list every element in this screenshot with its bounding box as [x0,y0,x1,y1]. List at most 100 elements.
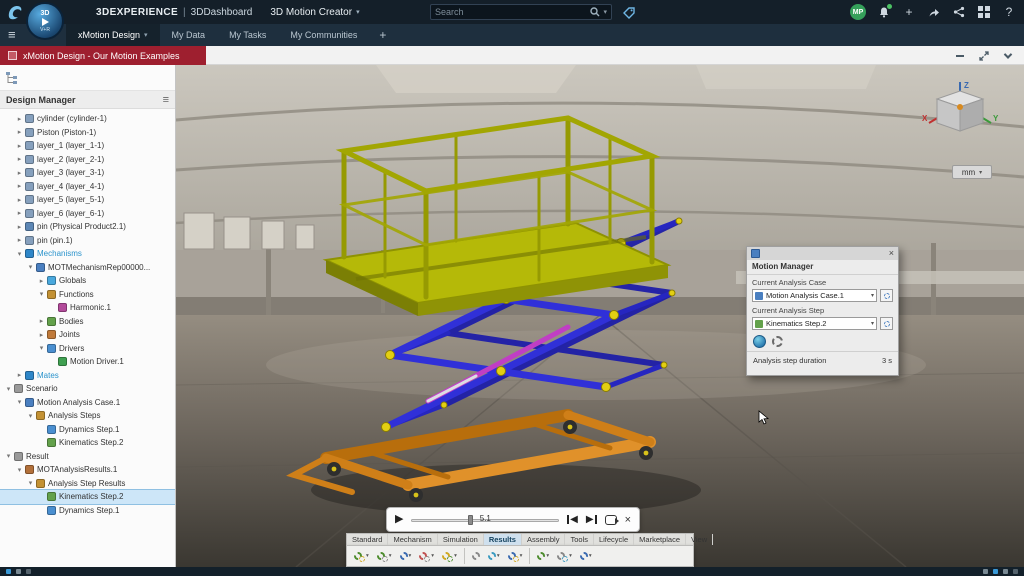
tree-item[interactable]: ▾MOTAnalysisResults.1 [0,463,175,477]
ribbon-tab-tools[interactable]: Tools [565,534,594,545]
tree-item[interactable]: ▾Scenario [0,382,175,396]
tree-item[interactable]: ▸layer_5 (layer_5-1) [0,193,175,207]
3dexperience-compass-icon[interactable]: 3D V+R [26,2,64,40]
avatar[interactable]: MP [850,4,866,20]
tree-item[interactable]: ▸cylinder (cylinder-1) [0,112,175,126]
open-case-button[interactable] [880,289,893,302]
collaboration-button[interactable] [952,5,966,19]
panel-menu-icon[interactable]: ≡ [163,94,169,106]
analysis-case-select[interactable]: Motion Analysis Case.1 ▾ [752,289,877,302]
ribbon-tab-lifecycle[interactable]: Lifecycle [594,534,634,545]
search-options-chevron-icon[interactable]: ▾ [603,8,607,16]
tree-expand-icon[interactable]: ▸ [15,182,24,190]
tag-filter-button[interactable] [620,3,638,21]
scissor-lift-model[interactable] [294,118,701,516]
step-back-button[interactable]: ◀ [567,514,578,525]
tree-expand-icon[interactable]: ▾ [15,466,24,474]
tree-expand-icon[interactable]: ▸ [15,128,24,136]
tree-expand-icon[interactable]: ▾ [26,479,35,487]
tree-expand-icon[interactable]: ▸ [15,371,24,379]
search-input[interactable] [435,7,590,17]
help-button[interactable]: ? [1002,5,1016,19]
tree-item[interactable]: ▸layer_4 (layer_4-1) [0,180,175,194]
ribbon-tab-marketplace[interactable]: Marketplace [634,534,686,545]
simulate-button[interactable] [753,335,766,348]
tree-item[interactable]: Dynamics Step.1 [0,504,175,518]
tree-item[interactable]: Harmonic.1 [0,301,175,315]
mechanism-representation-icon[interactable]: ▾ [374,547,395,565]
settings-gear-button[interactable] [772,336,783,347]
tree-item[interactable]: ▸Joints [0,328,175,342]
ribbon-tab-results[interactable]: Results [484,534,522,545]
tree-item[interactable]: ▸layer_1 (layer_1-1) [0,139,175,153]
tree-expand-icon[interactable]: ▸ [15,223,24,231]
tree-item[interactable]: ▾Motion Analysis Case.1 [0,396,175,410]
tree-item[interactable]: Kinematics Step.2 [0,490,175,504]
open-step-button[interactable] [880,317,893,330]
tree-item[interactable]: ▸layer_2 (layer_2-1) [0,153,175,167]
tree-expand-icon[interactable]: ▾ [37,344,46,352]
tree-expand-icon[interactable]: ▸ [15,115,24,123]
tree-item[interactable]: ▸Bodies [0,315,175,329]
nav-tab-my-data[interactable]: My Data [160,24,218,46]
tree-expand-icon[interactable]: ▸ [37,277,46,285]
simulation-gears-icon[interactable]: ▾ [439,547,460,565]
tree-item[interactable]: ▸pin (pin.1) [0,234,175,248]
tree-expand-icon[interactable]: ▸ [15,155,24,163]
tree-expand-icon[interactable]: ▸ [15,142,24,150]
tree-expand-icon[interactable]: ▾ [15,250,24,258]
tree-expand-icon[interactable]: ▸ [15,196,24,204]
tree-item[interactable]: ▾Mechanisms [0,247,175,261]
tree-item[interactable]: Dynamics Step.1 [0,423,175,437]
tree-expand-icon[interactable]: ▸ [15,209,24,217]
probe-icon[interactable]: ▾ [485,547,503,565]
step-forward-button[interactable]: ▶ [586,514,597,525]
close-icon[interactable]: × [889,249,894,258]
structure-tree-icon[interactable] [5,71,19,85]
3d-viewport[interactable]: Z X Y mm ▾ × Motion Manager Current Anal… [176,65,1024,567]
share-button[interactable] [927,5,941,19]
tree-expand-icon[interactable]: ▸ [37,317,46,325]
maximize-button[interactable] [978,50,990,62]
apps-menu-button[interactable] [977,5,991,19]
units-dropdown[interactable]: mm ▾ [952,165,992,179]
tree-item[interactable]: ▸Piston (Piston-1) [0,126,175,140]
close-playback-icon[interactable]: × [625,514,631,526]
tree-item[interactable]: ▾Analysis Steps [0,409,175,423]
timeline-slider[interactable]: 5.1 [411,513,559,527]
search-icon[interactable] [590,7,600,17]
tree-item[interactable]: ▸pin (Physical Product2.1) [0,220,175,234]
tree-expand-icon[interactable]: ▾ [26,412,35,420]
save-icon[interactable]: ▾ [397,547,415,565]
tree-item[interactable]: ▸layer_3 (layer_3-1) [0,166,175,180]
update-icon[interactable]: ▾ [416,547,437,565]
nav-tab-my-tasks[interactable]: My Tasks [217,24,278,46]
tree-expand-icon[interactable]: ▸ [15,236,24,244]
ribbon-tab-standard[interactable]: Standard [347,534,388,545]
plot-icon[interactable]: ▾ [534,547,552,565]
tree-item[interactable]: Motion Driver.1 [0,355,175,369]
nav-tab-xmotion-design[interactable]: xMotion Design▾ [66,24,160,46]
display-options-icon[interactable]: ▾ [577,547,595,565]
ribbon-tab-simulation[interactable]: Simulation [438,534,484,545]
status-left-icons[interactable] [6,569,31,574]
ribbon-tab-view[interactable]: View [686,534,713,545]
tree-expand-icon[interactable]: ▸ [15,169,24,177]
tree-item[interactable]: ▸layer_6 (layer_6-1) [0,207,175,221]
tree-expand-icon[interactable]: ▾ [4,385,13,393]
results-player-icon[interactable]: ▾ [505,547,526,565]
status-right-icons[interactable] [983,569,1018,574]
tree-expand-icon[interactable]: ▸ [37,331,46,339]
tree-expand-icon[interactable]: ▾ [15,398,24,406]
view-cube[interactable]: Z X Y [921,79,1001,143]
tree-expand-icon[interactable]: ▾ [26,263,35,271]
app-switcher[interactable]: 3D Motion Creator ▾ [270,7,359,18]
notifications-button[interactable] [877,5,891,19]
tree-item[interactable]: ▾Analysis Step Results [0,477,175,491]
play-button[interactable]: ▶ [395,514,403,525]
loop-button[interactable] [605,515,617,525]
tree-item[interactable]: ▸Globals [0,274,175,288]
mechanism-manager-icon[interactable]: ▾ [351,547,372,565]
add-content-button[interactable]: + [902,5,916,19]
nav-tab-my-communities[interactable]: My Communities [278,24,369,46]
